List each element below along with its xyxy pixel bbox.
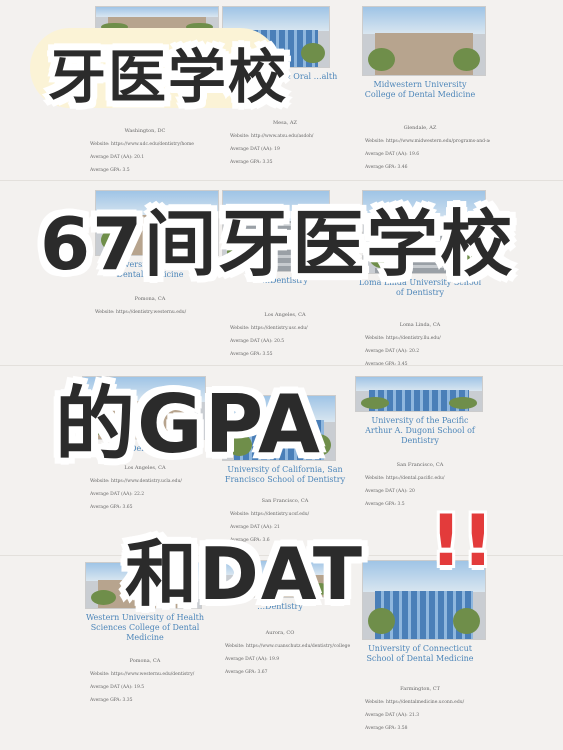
school-location: San Francisco, CA (261, 498, 309, 504)
school-gpa: Average GPA: 3.46 (365, 165, 408, 170)
school-dat: Average DAT (AA): 19.6 (365, 152, 420, 157)
school-location: Los Angeles, CA (264, 312, 306, 318)
school-dat: Average DAT (AA): 21.3 (365, 713, 420, 718)
school-site[interactable]: Website: https://www.westernu.edu/dentis… (90, 668, 215, 681)
school-location: Farmington, CT (400, 686, 440, 692)
school-dat: Average DAT (AA): 19 (230, 147, 280, 152)
school-name[interactable]: University of Connecticut School of Dent… (358, 644, 482, 664)
school-dat: Average DAT (AA): 20 (365, 489, 415, 494)
school-gpa: Average GPA: 3.35 (230, 160, 273, 165)
overlay-line-gpa: 的GPA (55, 378, 322, 471)
school-site[interactable]: Website: https://www.dentistry.ucla.edu/ (90, 475, 215, 488)
school-photo (355, 376, 483, 412)
school-gpa: Average GPA: 3.58 (365, 726, 408, 731)
school-name[interactable]: Midwestern University College of Dental … (358, 80, 482, 100)
school-site[interactable]: Website: https://dentistry.westernu.edu/ (95, 306, 220, 319)
school-dat: Average DAT (AA): 20.5 (230, 339, 285, 344)
school-location: Pomona, CA (134, 296, 166, 302)
overlay-line-dat: 和DAT (125, 532, 365, 616)
school-location: Loma Linda, CA (399, 322, 441, 328)
school-location: Mesa, AZ (273, 120, 297, 126)
school-dat: Average DAT (AA): 19.9 (225, 657, 280, 662)
school-site[interactable]: Website: https://dental.pacific.edu/ (365, 472, 490, 485)
school-gpa: Average GPA: 3.65 (90, 505, 133, 510)
school-dat: Average DAT (AA): 20.2 (365, 349, 420, 354)
school-site[interactable]: Website: https://www.cuanschutz.edu/dent… (225, 640, 350, 653)
school-site[interactable]: Website: https://dentistry.llu.edu/ (365, 332, 490, 345)
school-dat: Average DAT (AA): 20.1 (90, 155, 145, 160)
school-gpa: Average GPA: 3.35 (90, 698, 133, 703)
school-site[interactable]: Website: https://www.udc.edu/dentistry/h… (90, 138, 215, 151)
school-gpa: Average GPA: 3.67 (225, 670, 268, 675)
school-location: Aurora, CO (265, 630, 295, 636)
section-divider (0, 180, 563, 181)
school-location: San Francisco, CA (396, 462, 444, 468)
school-gpa: Average GPA: 3.5 (90, 168, 130, 173)
school-photo (362, 6, 486, 76)
school-site[interactable]: Website: https://www.midwestern.edu/prog… (365, 135, 490, 148)
overlay-line-schools: 67间牙医学校 (40, 202, 515, 286)
school-dat: Average DAT (AA): 19.5 (90, 685, 145, 690)
school-site[interactable]: Website: https://dentistry.usc.edu/ (230, 322, 355, 335)
exclamation-marks: !! (430, 500, 494, 582)
school-location: Washington, DC (124, 128, 166, 134)
school-dat: Average DAT (AA): 22.2 (90, 492, 145, 497)
school-name[interactable]: University of the Pacific Arthur A. Dugo… (358, 416, 482, 446)
overlay-title-top: 牙医学校 (48, 43, 289, 111)
school-location: Glendale, AZ (403, 125, 437, 131)
school-site[interactable]: Website: https://dentalmedicine.uconn.ed… (365, 696, 490, 709)
school-location: Pomona, CA (129, 658, 161, 664)
school-site[interactable]: Website: http://www.atsu.edu/asdoh/ (230, 130, 355, 143)
